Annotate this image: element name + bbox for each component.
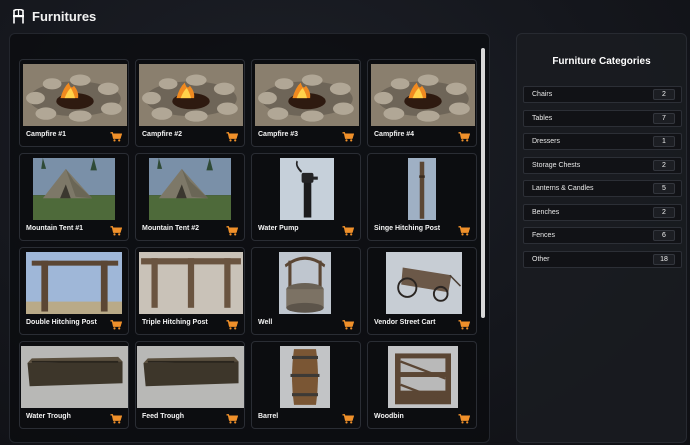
category-benches[interactable]: Benches 2 [523,203,682,221]
campfire-thumbnail [255,64,359,126]
furniture-card-barrel[interactable]: Barrel [251,341,361,429]
cart-thumbnail [386,252,462,314]
category-storage-chests[interactable]: Storage Chests 2 [523,156,682,174]
furniture-name: Campfire #4 [374,131,415,138]
furniture-card-mountain-tent-2[interactable]: Mountain Tent #2 [135,153,245,241]
shopping-cart-icon[interactable] [342,223,355,236]
furniture-name: Well [258,319,273,326]
double-post-thumbnail [26,252,122,314]
shopping-cart-icon[interactable] [110,317,123,330]
furniture-name: Vendor Street Cart [374,319,436,326]
tent-thumbnail [33,158,115,220]
shopping-cart-icon[interactable] [226,223,239,236]
category-lanterns-candles[interactable]: Lanterns & Candles 5 [523,180,682,197]
shopping-cart-icon[interactable] [342,129,355,142]
page-title: Furnitures [32,8,97,24]
category-label: Benches [532,208,560,216]
category-fences[interactable]: Fences 6 [523,227,682,244]
category-label: Fences [532,232,555,239]
category-count-badge: 1 [653,136,675,147]
category-tables[interactable]: Tables 7 [523,109,682,127]
campfire-thumbnail [139,64,243,126]
category-count-badge: 18 [653,253,675,265]
furniture-card-campfire-4[interactable]: Campfire #4 [367,59,477,147]
tent-thumbnail [149,158,231,220]
furniture-name: Woodbin [374,413,404,420]
shopping-cart-icon[interactable] [226,317,239,330]
furniture-name: Water Pump [258,225,299,232]
furniture-name: Campfire #3 [258,131,299,138]
category-count-badge: 7 [653,112,675,124]
furniture-card-campfire-2[interactable]: Campfire #2 [135,59,245,147]
triple-post-thumbnail [139,252,243,314]
trough-thumbnail [137,346,244,408]
furniture-card-campfire-3[interactable]: Campfire #3 [251,59,361,147]
category-other[interactable]: Other 18 [523,250,682,268]
category-label: Chairs [532,91,553,98]
furniture-name: Mountain Tent #1 [26,225,84,232]
category-label: Dressers [532,138,561,145]
category-count-badge: 2 [653,89,675,100]
category-count-badge: 5 [653,183,675,194]
category-count-badge: 2 [653,159,675,171]
shopping-cart-icon[interactable] [110,129,123,142]
furniture-card-water-trough[interactable]: Water Trough [19,341,129,429]
shopping-cart-icon[interactable] [458,129,471,142]
post-thumbnail [408,158,436,220]
furniture-name: Feed Trough [142,413,184,420]
category-label: Storage Chests [532,161,581,169]
barrel-thumbnail [280,346,330,408]
category-label: Tables [532,114,553,122]
pump-thumbnail [280,158,334,220]
furniture-name: Triple Hitching Post [142,319,208,326]
well-thumbnail [279,252,331,314]
categories-panel: Furniture Categories Chairs 2 Tables 7 Dre… [516,33,687,443]
furniture-name: Double Hitching Post [26,319,97,326]
furniture-name: Campfire #2 [142,131,183,138]
furniture-name: Singe Hitching Post [374,225,441,232]
categories-title: Furniture Categories [552,56,651,67]
shopping-cart-icon[interactable] [342,317,355,330]
woodbin-thumbnail [388,346,458,408]
shopping-cart-icon[interactable] [110,223,123,236]
furniture-card-woodbin[interactable]: Woodbin [367,341,477,429]
shopping-cart-icon[interactable] [458,317,471,330]
grid-scrollbar[interactable] [481,48,485,318]
furniture-name: Mountain Tent #2 [142,225,200,232]
header: Furnitures [12,6,96,26]
category-count-badge: 2 [653,206,675,218]
furniture-name: Water Trough [26,413,71,420]
chair-icon [12,8,25,24]
furniture-card-water-pump[interactable]: Water Pump [251,153,361,241]
furniture-card-singe-hitching-post[interactable]: Singe Hitching Post [367,153,477,241]
category-chairs[interactable]: Chairs 2 [523,86,682,103]
campfire-thumbnail [371,64,475,126]
shopping-cart-icon[interactable] [226,411,239,424]
shopping-cart-icon[interactable] [226,129,239,142]
furniture-card-double-hitching-post[interactable]: Double Hitching Post [19,247,129,335]
category-label: Lanterns & Candles [532,185,594,192]
category-count-badge: 6 [653,230,675,241]
trough-thumbnail [21,346,128,408]
shopping-cart-icon[interactable] [342,411,355,424]
shopping-cart-icon[interactable] [110,411,123,424]
campfire-thumbnail [23,64,127,126]
furniture-name: Campfire #1 [26,131,67,138]
furniture-name: Barrel [258,413,279,420]
furniture-card-triple-hitching-post[interactable]: Triple Hitching Post [135,247,245,335]
shopping-cart-icon[interactable] [458,223,471,236]
category-dressers[interactable]: Dressers 1 [523,133,682,150]
furniture-card-well[interactable]: Well [251,247,361,335]
furniture-card-mountain-tent-1[interactable]: Mountain Tent #1 [19,153,129,241]
shopping-cart-icon[interactable] [458,411,471,424]
furniture-card-vendor-street-cart[interactable]: Vendor Street Cart [367,247,477,335]
category-label: Other [532,255,550,263]
furniture-card-campfire-1[interactable]: Campfire #1 [19,59,129,147]
furniture-card-feed-trough[interactable]: Feed Trough [135,341,245,429]
